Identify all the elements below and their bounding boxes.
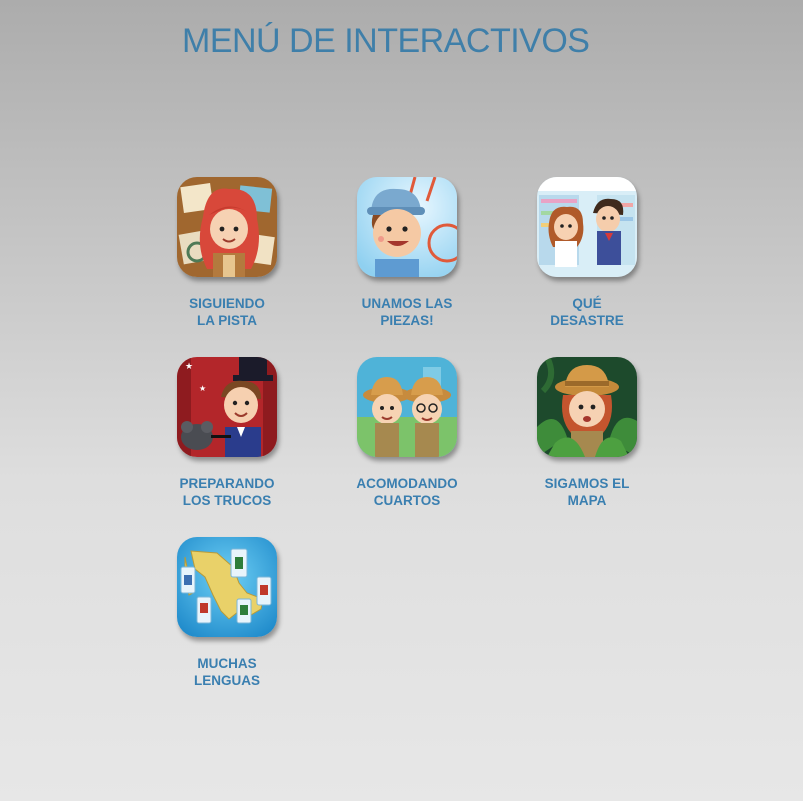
game-thumbnail[interactable] — [537, 177, 637, 277]
game-tile-sigamos-el-mapa[interactable]: SIGAMOS EL MAPA — [517, 357, 657, 509]
mexico-map-illustration — [177, 537, 277, 637]
game-label-line: UNAMOS LAS — [361, 296, 453, 311]
game-label-line: LOS TRUCOS — [182, 493, 272, 508]
game-label-line: MUCHAS — [197, 656, 257, 671]
game-label-line: PIEZAS! — [380, 313, 434, 328]
kids-store-illustration — [537, 177, 637, 277]
game-label-line: PREPARANDO — [179, 476, 275, 491]
girl-jungle-illustration — [537, 357, 637, 457]
magician-boy-illustration: ★ ★ — [177, 357, 277, 457]
game-label-line: LA PISTA — [197, 313, 257, 328]
page-title: MENÚ DE INTERACTIVOS — [182, 22, 590, 60]
game-label-line: SIGUIENDO — [189, 296, 265, 311]
game-tile-siguiendo-la-pista[interactable]: SIGUIENDO LA PISTA — [157, 177, 297, 329]
game-label[interactable]: QUÉ DESASTRE — [517, 295, 657, 329]
game-thumbnail[interactable] — [357, 357, 457, 457]
game-label[interactable]: MUCHAS LENGUAS — [157, 655, 297, 689]
game-thumbnail[interactable] — [177, 177, 277, 277]
girl-detective-illustration — [177, 177, 277, 277]
game-label[interactable]: SIGUIENDO LA PISTA — [157, 295, 297, 329]
game-label[interactable]: ACOMODANDO CUARTOS — [337, 475, 477, 509]
game-tile-acomodando-cuartos[interactable]: ACOMODANDO CUARTOS — [337, 357, 477, 509]
game-thumbnail[interactable]: ★ ★ — [177, 357, 277, 457]
game-label[interactable]: UNAMOS LAS PIEZAS! — [337, 295, 477, 329]
game-label-line: DESASTRE — [550, 313, 624, 328]
game-label-line: MAPA — [567, 493, 607, 508]
game-label[interactable]: SIGAMOS EL MAPA — [517, 475, 657, 509]
game-thumbnail[interactable] — [177, 537, 277, 637]
game-tile-que-desastre[interactable]: QUÉ DESASTRE — [517, 177, 657, 329]
game-label-line: ACOMODANDO — [356, 476, 458, 491]
game-thumbnail[interactable] — [357, 177, 457, 277]
game-thumbnail[interactable] — [537, 357, 637, 457]
game-tile-preparando-los-trucos[interactable]: ★ ★ PREPARANDO LOS TRUCOS — [157, 357, 297, 509]
game-label[interactable]: PREPARANDO LOS TRUCOS — [157, 475, 297, 509]
svg-text:★: ★ — [199, 384, 206, 393]
game-label-line: SIGAMOS EL — [544, 476, 630, 491]
game-label-line: QUÉ — [572, 296, 602, 311]
game-tile-unamos-las-piezas[interactable]: UNAMOS LAS PIEZAS! — [337, 177, 477, 329]
twin-explorers-illustration — [357, 357, 457, 457]
boy-puzzle-illustration — [357, 177, 457, 277]
svg-text:★: ★ — [185, 362, 193, 372]
game-tile-muchas-lenguas[interactable]: MUCHAS LENGUAS — [157, 537, 297, 689]
game-label-line: LENGUAS — [193, 673, 260, 688]
game-label-line: CUARTOS — [373, 493, 441, 508]
